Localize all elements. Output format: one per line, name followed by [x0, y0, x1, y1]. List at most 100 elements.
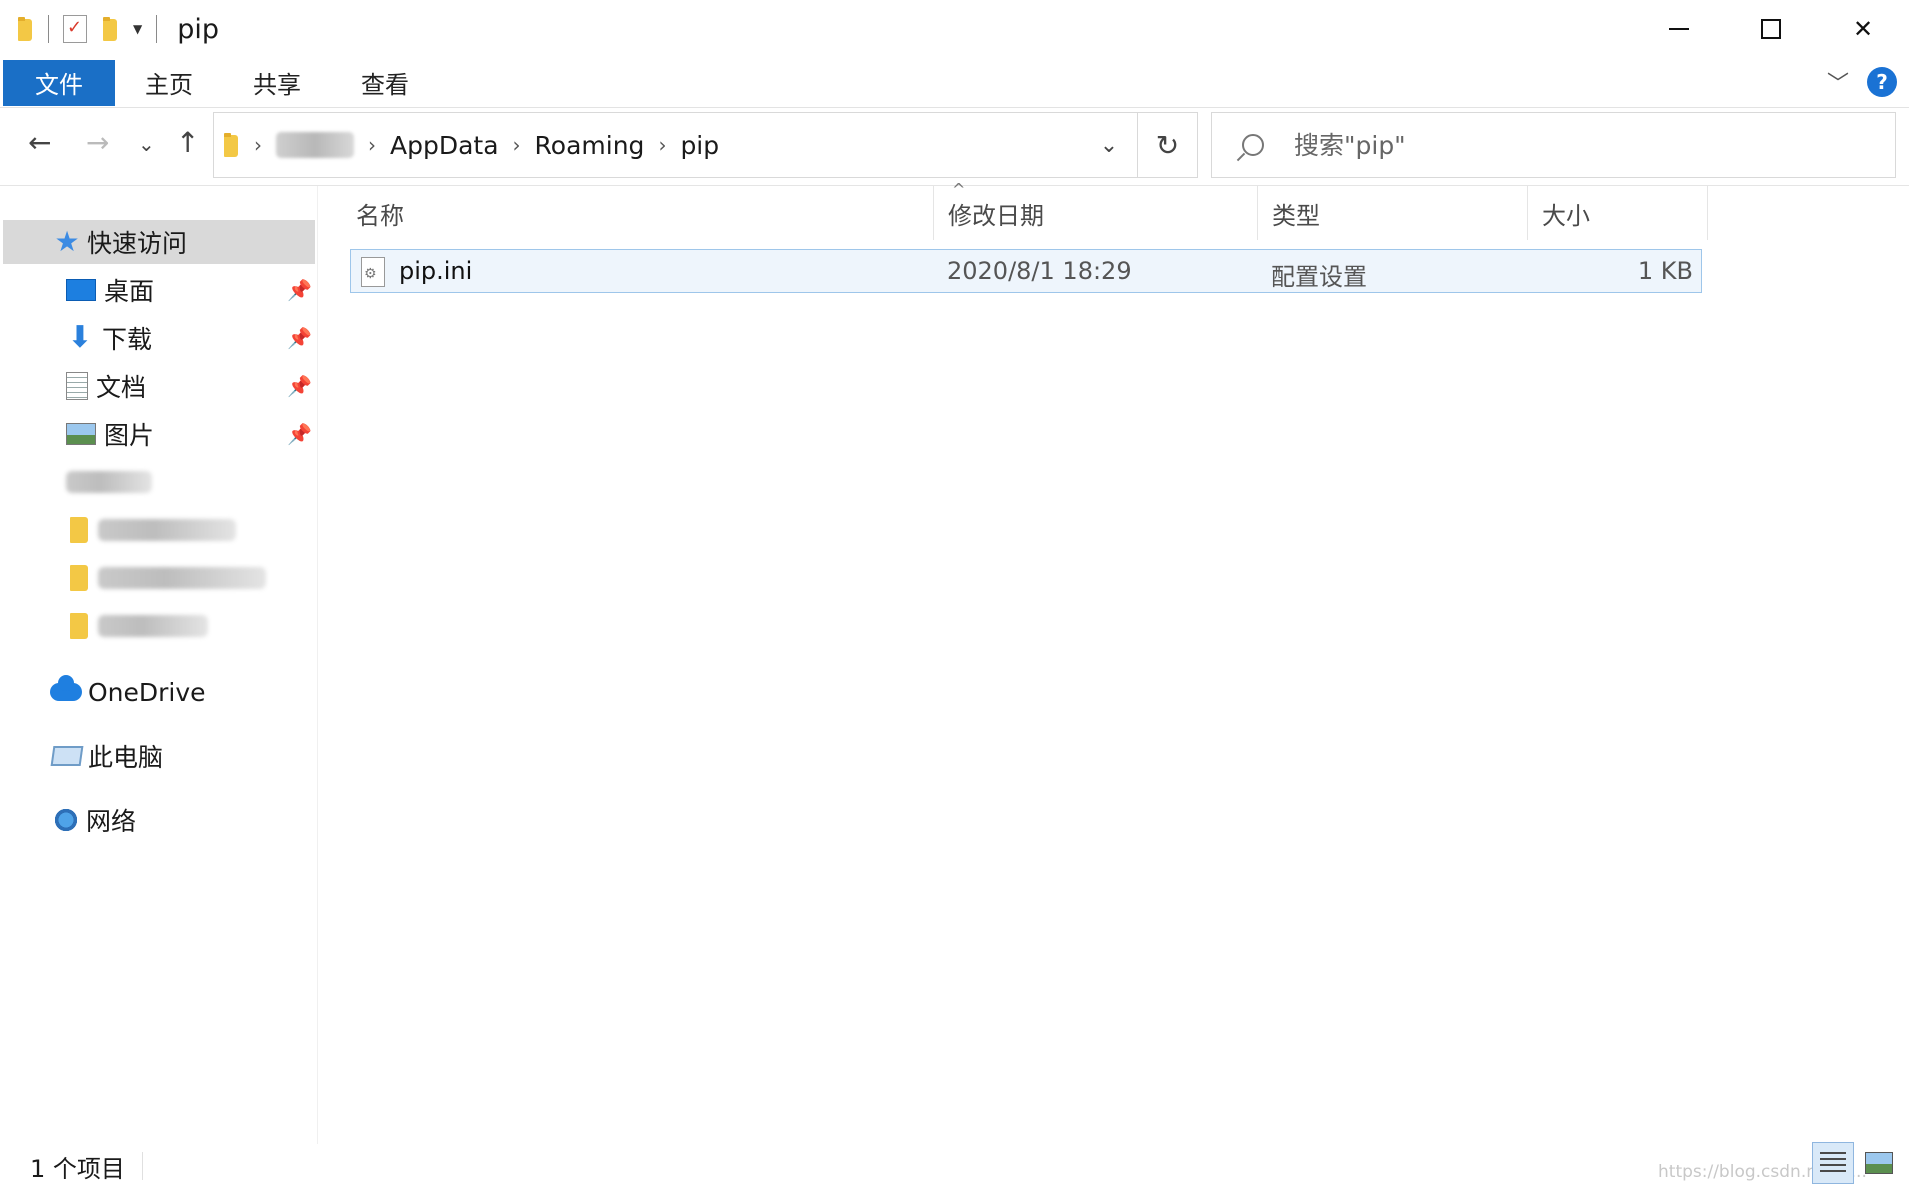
window-controls: ✕ [1633, 0, 1909, 58]
address-history-chevron-icon[interactable]: ⌄ [1081, 113, 1137, 177]
forward-arrow-icon[interactable]: → [86, 126, 109, 159]
search-input[interactable] [1294, 130, 1854, 160]
redacted-folder-name [98, 567, 266, 589]
ribbon-tabs: 文件 主页 共享 查看 ﹀ ? [0, 58, 1909, 108]
address-bar[interactable]: › › AppData › Roaming › pip ⌄ [213, 112, 1138, 178]
pictures-icon [66, 423, 96, 445]
file-name: pip.ini [399, 257, 473, 285]
back-arrow-icon[interactable]: ← [28, 126, 51, 159]
sidebar-item-onedrive[interactable]: OneDrive [0, 670, 318, 714]
folder-icon [70, 613, 88, 639]
toolbar-separator [156, 15, 158, 43]
settings-file-icon [361, 257, 385, 287]
breadcrumb-appdata[interactable]: AppData [390, 131, 499, 160]
search-box [1211, 112, 1896, 178]
star-icon: ★ [54, 225, 80, 258]
column-header-type[interactable]: 类型 [1258, 186, 1528, 240]
details-view-icon [1820, 1152, 1846, 1174]
folder-icon [16, 15, 34, 43]
properties-icon[interactable] [63, 15, 87, 43]
breadcrumb: › › AppData › Roaming › pip [214, 113, 1081, 177]
customize-toolbar-dropdown-icon[interactable]: ▼ [133, 22, 142, 36]
column-header-name[interactable]: 名称 [320, 186, 934, 240]
sidebar-item-label: 网络 [86, 807, 137, 836]
maximize-button[interactable] [1725, 0, 1817, 58]
close-button[interactable]: ✕ [1817, 0, 1909, 58]
network-icon [52, 808, 80, 832]
sidebar-item-desktop[interactable]: 桌面 📌 [0, 268, 318, 312]
redacted-user-folder[interactable] [276, 132, 354, 158]
folder-icon [70, 517, 88, 543]
computer-icon [50, 746, 84, 766]
details-view-button[interactable] [1812, 1142, 1854, 1184]
navigation-pane: ★ 快速访问 桌面 📌 ⬇ 下载 📌 文档 📌 图片 📌 OneDrive 此电… [0, 186, 318, 1144]
file-list-pane: ^ 名称 修改日期 类型 大小 [320, 180, 1909, 1144]
close-icon: ✕ [1852, 15, 1874, 43]
sidebar-item-redacted[interactable] [0, 460, 318, 504]
maximize-icon [1761, 19, 1781, 39]
sidebar-item-redacted[interactable] [0, 556, 318, 600]
toolbar-separator [48, 15, 49, 43]
sidebar-item-label: 下载 [102, 325, 153, 354]
file-modified: 2020/8/1 18:29 [947, 257, 1132, 285]
sidebar-item-label: 图片 [104, 421, 155, 450]
table-row[interactable]: pip.ini 2020/8/1 18:29 配置设置 1 KB [350, 249, 1702, 293]
breadcrumb-pip[interactable]: pip [680, 131, 719, 160]
quick-access-toolbar: ▼ pip [0, 0, 219, 58]
breadcrumb-roaming[interactable]: Roaming [535, 131, 645, 160]
expand-ribbon-chevron-icon[interactable]: ﹀ [1827, 66, 1849, 98]
status-separator [142, 1152, 143, 1180]
sidebar-item-this-pc[interactable]: 此电脑 [0, 734, 318, 778]
column-header-size[interactable]: 大小 [1528, 186, 1708, 240]
tab-view[interactable]: 查看 [331, 60, 439, 106]
redacted-folder-name [98, 615, 208, 637]
up-arrow-icon[interactable]: ↑ [176, 126, 199, 159]
download-icon: ⬇ [67, 320, 93, 355]
desktop-icon [66, 279, 96, 301]
refresh-button[interactable]: ↻ [1138, 112, 1198, 178]
folder-icon [70, 565, 88, 591]
breadcrumb-chevron-icon[interactable]: › [254, 133, 262, 157]
redacted-folder [66, 471, 152, 493]
breadcrumb-chevron-icon[interactable]: › [368, 133, 376, 157]
recent-locations-chevron-icon[interactable]: ⌄ [138, 132, 155, 156]
breadcrumb-chevron-icon[interactable]: › [658, 133, 666, 157]
sidebar-item-downloads[interactable]: ⬇ 下载 📌 [0, 316, 318, 360]
tab-file[interactable]: 文件 [3, 59, 115, 106]
sidebar-item-redacted[interactable] [0, 508, 318, 552]
document-icon [66, 372, 88, 400]
minimize-icon [1669, 28, 1689, 30]
sidebar-item-label: 此电脑 [88, 743, 164, 772]
search-icon [1242, 134, 1264, 156]
large-icons-view-button[interactable] [1858, 1142, 1900, 1184]
sidebar-item-quick-access[interactable]: ★ 快速访问 [3, 220, 315, 264]
sidebar-item-redacted[interactable] [0, 604, 318, 648]
item-count: 1 个项目 [30, 1155, 125, 1183]
new-folder-icon[interactable] [101, 15, 119, 43]
breadcrumb-chevron-icon[interactable]: › [513, 133, 521, 157]
large-icons-view-icon [1865, 1152, 1893, 1174]
folder-icon [222, 131, 240, 159]
title-bar: ▼ pip ✕ [0, 0, 1909, 58]
pin-icon: 📌 [287, 374, 312, 398]
pin-icon: 📌 [287, 326, 312, 350]
sidebar-item-label: 桌面 [104, 277, 155, 306]
column-header-modified[interactable]: 修改日期 [934, 186, 1258, 240]
sidebar-item-label: 文档 [96, 373, 147, 402]
sidebar-item-documents[interactable]: 文档 📌 [0, 364, 318, 408]
file-size: 1 KB [1637, 257, 1693, 285]
minimize-button[interactable] [1633, 0, 1725, 58]
sidebar-item-network[interactable]: 网络 [0, 798, 318, 842]
tab-home[interactable]: 主页 [115, 60, 223, 106]
pin-icon: 📌 [287, 422, 312, 446]
pin-icon: 📌 [287, 278, 312, 302]
help-icon[interactable]: ? [1867, 67, 1897, 97]
sidebar-item-label: 快速访问 [87, 229, 188, 258]
sidebar-item-pictures[interactable]: 图片 📌 [0, 412, 318, 456]
window-title: pip [177, 13, 220, 45]
tab-share[interactable]: 共享 [223, 60, 331, 106]
refresh-icon: ↻ [1155, 128, 1180, 162]
redacted-folder-name [98, 519, 236, 541]
cloud-icon [50, 675, 82, 701]
file-type: 配置设置 [1271, 263, 1367, 291]
